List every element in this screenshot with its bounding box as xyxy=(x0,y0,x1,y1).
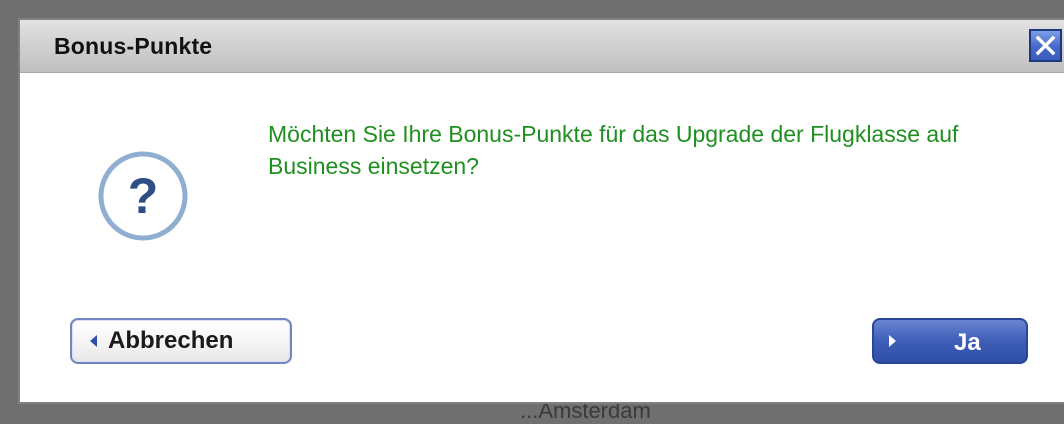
cancel-button-label: Abbrechen xyxy=(108,327,234,354)
close-icon xyxy=(1035,35,1056,56)
confirm-dialog: Bonus-Punkte ? Möchten Sie Ihre Bonus-Pu… xyxy=(18,18,1064,404)
dialog-title: Bonus-Punkte xyxy=(54,33,213,59)
question-icon: ? xyxy=(98,151,188,241)
arrow-right-icon xyxy=(889,335,896,347)
close-button[interactable] xyxy=(1029,29,1062,62)
arrow-left-icon xyxy=(90,335,97,347)
dialog-message: Möchten Sie Ihre Bonus-Punkte für das Up… xyxy=(268,121,959,179)
confirm-button[interactable]: Ja xyxy=(872,318,1028,364)
cancel-button[interactable]: Abbrechen xyxy=(70,318,292,364)
question-glyph: ? xyxy=(128,168,159,224)
confirm-button-label: Ja xyxy=(954,329,981,356)
dialog-titlebar: Bonus-Punkte xyxy=(20,20,1064,73)
